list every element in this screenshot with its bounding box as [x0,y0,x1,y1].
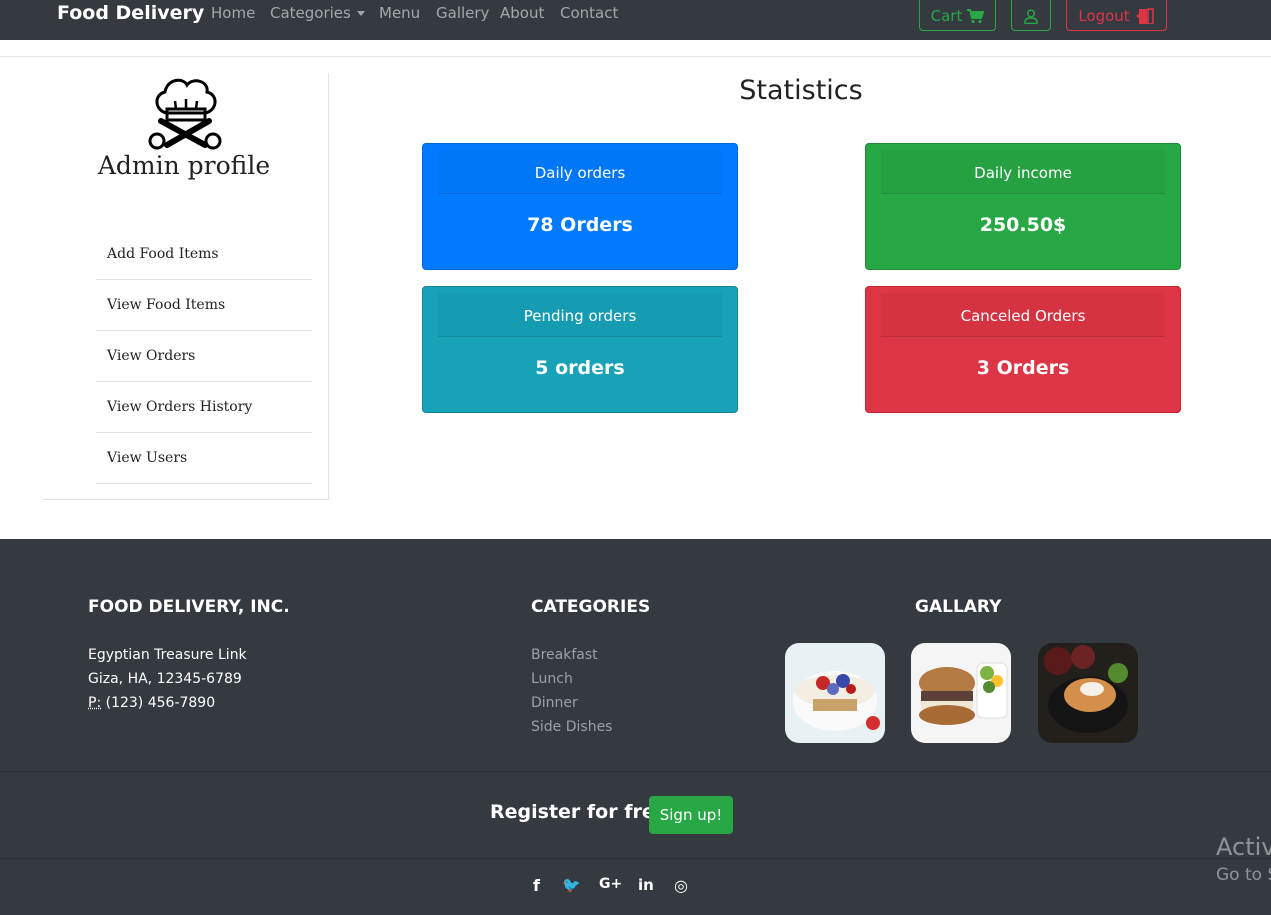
dribbble-icon[interactable]: ◎ [674,876,688,895]
admin-menu: Add Food Items View Food Items View Orde… [96,229,312,484]
menu-item-view-users[interactable]: View Users [96,433,312,484]
card-label: Daily income [881,150,1165,194]
nav-link-gallery[interactable]: Gallery [436,4,489,22]
nav-link-about[interactable]: About [500,4,544,22]
address-line-1: Egyptian Treasure Link [88,647,247,663]
cart-label: Cart [930,7,963,25]
gallery-image-burger[interactable] [911,643,1011,743]
category-link-breakfast[interactable]: Breakfast [531,643,612,667]
nav-link-categories[interactable]: Categories [270,4,365,22]
user-icon [1024,9,1038,24]
gallery-heading: GALLARY [915,597,1002,617]
card-value: 5 orders [535,357,625,379]
card-label: Pending orders [438,293,722,337]
categories-list: Breakfast Lunch Dinner Side Dishes [531,643,612,739]
menu-item-view-food[interactable]: View Food Items [96,280,312,331]
card-value: 3 Orders [976,357,1070,379]
cart-button[interactable]: Cart [919,0,996,31]
address-line-2: Giza, HA, 12345-6789 [88,671,242,687]
linkedin-icon[interactable]: in [638,876,654,894]
gallery-image-breakfast[interactable] [785,643,885,743]
footer-divider [0,771,1271,772]
canceled-orders-card: Canceled Orders 3 Orders [865,286,1181,413]
nav-link-menu[interactable]: Menu [379,4,420,22]
logout-button[interactable]: Logout [1066,0,1167,31]
admin-sidebar: Admin profile Add Food Items View Food I… [43,73,329,500]
menu-item-view-orders[interactable]: View Orders [96,331,312,382]
nav-link-home[interactable]: Home [211,4,255,22]
daily-income-card: Daily income 250.50$ [865,143,1181,270]
activation-watermark-sub: Go to S [1216,865,1271,885]
gallery-image-dinner[interactable] [1038,643,1138,743]
logout-label: Logout [1078,7,1130,25]
footer-divider [0,858,1271,859]
google-plus-icon[interactable]: G+ [599,876,622,892]
facebook-icon[interactable]: f [533,876,540,895]
phone-prefix: P: [88,695,102,711]
header-divider [0,56,1271,57]
category-link-dinner[interactable]: Dinner [531,691,612,715]
categories-heading: CATEGORIES [531,597,651,617]
pending-orders-card: Pending orders 5 orders [422,286,738,413]
signup-button[interactable]: Sign up! [649,796,733,834]
cart-icon [967,8,985,23]
twitter-icon[interactable]: 🐦 [562,876,581,894]
chevron-down-icon [356,11,365,16]
phone-number: (123) 456-7890 [105,695,216,711]
category-link-lunch[interactable]: Lunch [531,667,612,691]
nav-link-contact[interactable]: Contact [560,4,618,22]
profile-title: Admin profile [97,151,271,180]
card-value: 250.50$ [979,214,1067,236]
card-label: Daily orders [438,150,722,194]
nav-link-categories-label: Categories [270,4,351,22]
brand-logo[interactable]: Food Delivery [57,2,204,24]
chef-hat-icon [148,78,222,150]
statistics-title: Statistics [739,75,863,106]
company-address: Egyptian Treasure Link Giza, HA, 12345-6… [88,643,247,715]
door-exit-icon [1135,8,1154,24]
activation-watermark: Activ [1216,833,1271,861]
daily-orders-card: Daily orders 78 Orders [422,143,738,270]
card-label: Canceled Orders [881,293,1165,337]
user-profile-button[interactable] [1011,0,1051,31]
card-value: 78 Orders [527,214,633,236]
company-heading: FOOD DELIVERY, INC. [88,597,290,617]
menu-item-add-food[interactable]: Add Food Items [96,229,312,280]
register-prompt: Register for free [490,801,668,823]
category-link-side-dishes[interactable]: Side Dishes [531,715,612,739]
site-footer: FOOD DELIVERY, INC. Egyptian Treasure Li… [0,539,1271,915]
menu-item-orders-history[interactable]: View Orders History [96,382,312,433]
phone-line: P: (123) 456-7890 [88,691,247,715]
top-navbar: Food Delivery Home Categories Menu Galle… [0,0,1271,40]
